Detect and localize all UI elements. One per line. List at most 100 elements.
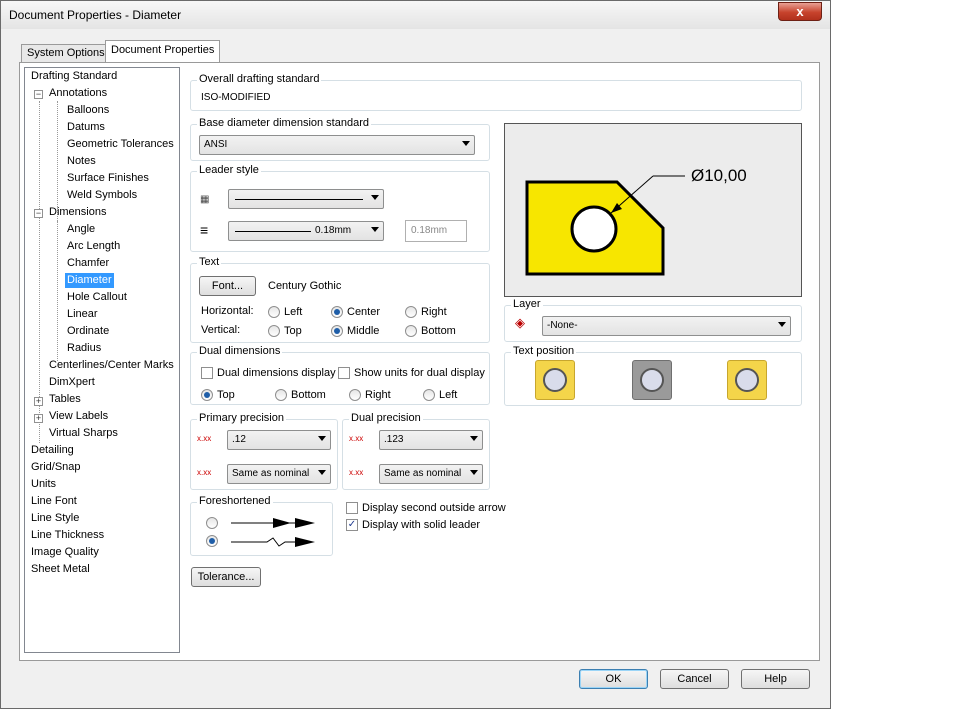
tree-item-tables[interactable]: Tables <box>47 392 83 407</box>
dual-left-radio[interactable] <box>423 389 435 401</box>
dual-left-label: Left <box>439 389 458 401</box>
tree-item-centerlines[interactable]: Centerlines/Center Marks <box>47 358 176 373</box>
primary-precision-select[interactable]: .12 <box>227 430 331 450</box>
horizontal-center-radio[interactable] <box>331 306 343 318</box>
dimension-preview: Ø10,00 <box>504 123 802 297</box>
tree-item-detailing[interactable]: Detailing <box>29 443 76 458</box>
overall-standard-group: Overall drafting standard ISO-MODIFIED <box>190 73 802 111</box>
layer-select[interactable]: -None- <box>542 316 791 336</box>
tree-item-weld-symbols[interactable]: Weld Symbols <box>65 188 139 203</box>
tree-item-line-font[interactable]: Line Font <box>29 494 79 509</box>
foreshortened-group: Foreshortened <box>190 495 333 556</box>
tree-item-drafting-standard[interactable]: Drafting Standard <box>29 69 119 84</box>
dual-tolerance-precision-icon: x.xx <box>349 468 364 477</box>
text-position-inside-button[interactable] <box>632 360 672 400</box>
foreshortened-label: Foreshortened <box>197 495 273 507</box>
primary-tolerance-select[interactable]: Same as nominal <box>227 464 331 484</box>
preview-dimension-text: Ø10,00 <box>691 166 747 185</box>
tree-item-annotations[interactable]: Annotations <box>47 86 109 101</box>
tree-item-ordinate[interactable]: Ordinate <box>65 324 111 339</box>
category-tree[interactable]: − − + + Drafting Standard Annotations Ba… <box>24 67 180 653</box>
leader-thickness-custom-field[interactable]: 0.18mm <box>405 220 467 242</box>
text-position-inside-icon <box>640 368 664 392</box>
solid-leader-checkbox[interactable]: ✓ <box>346 519 358 531</box>
text-position-diagonal-button[interactable] <box>727 360 767 400</box>
dual-precision-select[interactable]: .123 <box>379 430 483 450</box>
dual-display-checkbox[interactable] <box>201 367 213 379</box>
dual-right-radio[interactable] <box>349 389 361 401</box>
tree-item-grid-snap[interactable]: Grid/Snap <box>29 460 83 475</box>
tree-item-view-labels[interactable]: View Labels <box>47 409 110 424</box>
layer-label: Layer <box>511 298 543 310</box>
dual-tolerance-value: Same as nominal <box>384 468 462 479</box>
tree-item-line-style[interactable]: Line Style <box>29 511 81 526</box>
base-diameter-value: ANSI <box>204 139 228 150</box>
dual-precision-icon: x.xx <box>349 434 364 443</box>
tree-item-sheet-metal[interactable]: Sheet Metal <box>29 562 92 577</box>
tree-item-balloons[interactable]: Balloons <box>65 103 111 118</box>
foreshortened-zigzag-radio[interactable] <box>206 535 218 547</box>
expand-view-labels-icon[interactable]: + <box>34 414 43 423</box>
solid-leader-label: Display with solid leader <box>362 519 480 531</box>
horizontal-right-label: Right <box>421 306 447 318</box>
cancel-button[interactable]: Cancel <box>660 669 729 689</box>
tree-item-units[interactable]: Units <box>29 477 58 492</box>
vertical-middle-radio[interactable] <box>331 325 343 337</box>
dual-top-radio[interactable] <box>201 389 213 401</box>
base-diameter-label: Base diameter dimension standard <box>197 117 371 129</box>
dual-display-label: Dual dimensions display <box>217 367 336 379</box>
tree-item-diameter[interactable]: Diameter <box>65 273 114 288</box>
tree-item-linear[interactable]: Linear <box>65 307 100 322</box>
tree-item-notes[interactable]: Notes <box>65 154 98 169</box>
collapse-dimensions-icon[interactable]: − <box>34 209 43 218</box>
tolerance-precision-icon: x.xx <box>197 468 212 477</box>
tree-item-virtual-sharps[interactable]: Virtual Sharps <box>47 426 120 441</box>
document-properties-dialog: Document Properties - Diameter x System … <box>0 0 831 709</box>
collapse-annotations-icon[interactable]: − <box>34 90 43 99</box>
base-diameter-group: Base diameter dimension standard ANSI <box>190 117 490 161</box>
tab-system-options[interactable]: System Options <box>21 44 111 62</box>
horizontal-right-radio[interactable] <box>405 306 417 318</box>
ok-button[interactable]: OK <box>579 669 648 689</box>
layer-group: Layer ◈ -None- <box>504 298 802 342</box>
leader-line-style-select[interactable] <box>228 189 384 209</box>
horizontal-left-label: Left <box>284 306 303 318</box>
font-button[interactable]: Font... <box>199 276 256 296</box>
dual-dimensions-label: Dual dimensions <box>197 345 283 357</box>
tree-item-radius[interactable]: Radius <box>65 341 103 356</box>
base-diameter-select[interactable]: ANSI <box>199 135 475 155</box>
tree-item-dimensions[interactable]: Dimensions <box>47 205 108 220</box>
vertical-top-radio[interactable] <box>268 325 280 337</box>
dual-bottom-radio[interactable] <box>275 389 287 401</box>
show-units-label: Show units for dual display <box>354 367 485 379</box>
dual-tolerance-select[interactable]: Same as nominal <box>379 464 483 484</box>
precision-icon: x.xx <box>197 434 212 443</box>
foreshortened-straight-radio[interactable] <box>206 517 218 529</box>
layer-icon: ◈ <box>515 315 525 330</box>
tree-item-angle[interactable]: Angle <box>65 222 97 237</box>
help-button[interactable]: Help <box>741 669 810 689</box>
tree-item-geometric-tolerances[interactable]: Geometric Tolerances <box>65 137 176 152</box>
leader-thickness-value: 0.18mm <box>315 225 352 236</box>
tree-item-hole-callout[interactable]: Hole Callout <box>65 290 129 305</box>
tree-item-dimxpert[interactable]: DimXpert <box>47 375 97 390</box>
vertical-bottom-radio[interactable] <box>405 325 417 337</box>
show-units-checkbox[interactable] <box>338 367 350 379</box>
tree-item-image-quality[interactable]: Image Quality <box>29 545 101 560</box>
leader-thickness-select[interactable]: 0.18mm <box>228 221 384 241</box>
text-position-outside-button[interactable] <box>535 360 575 400</box>
expand-tables-icon[interactable]: + <box>34 397 43 406</box>
second-arrow-checkbox[interactable] <box>346 502 358 514</box>
tolerance-button[interactable]: Tolerance... <box>191 567 261 587</box>
tree-item-arc-length[interactable]: Arc Length <box>65 239 122 254</box>
tree-item-chamfer[interactable]: Chamfer <box>65 256 111 271</box>
tree-item-line-thickness[interactable]: Line Thickness <box>29 528 106 543</box>
primary-precision-value: .12 <box>232 434 246 445</box>
primary-tolerance-value: Same as nominal <box>232 468 310 479</box>
leader-style-group: Leader style ▦ ≡ 0.18mm 0.18mm <box>190 164 490 252</box>
tab-document-properties[interactable]: Document Properties <box>105 40 221 63</box>
tree-item-datums[interactable]: Datums <box>65 120 107 135</box>
close-button[interactable]: x <box>778 2 822 21</box>
tree-item-surface-finishes[interactable]: Surface Finishes <box>65 171 151 186</box>
horizontal-left-radio[interactable] <box>268 306 280 318</box>
